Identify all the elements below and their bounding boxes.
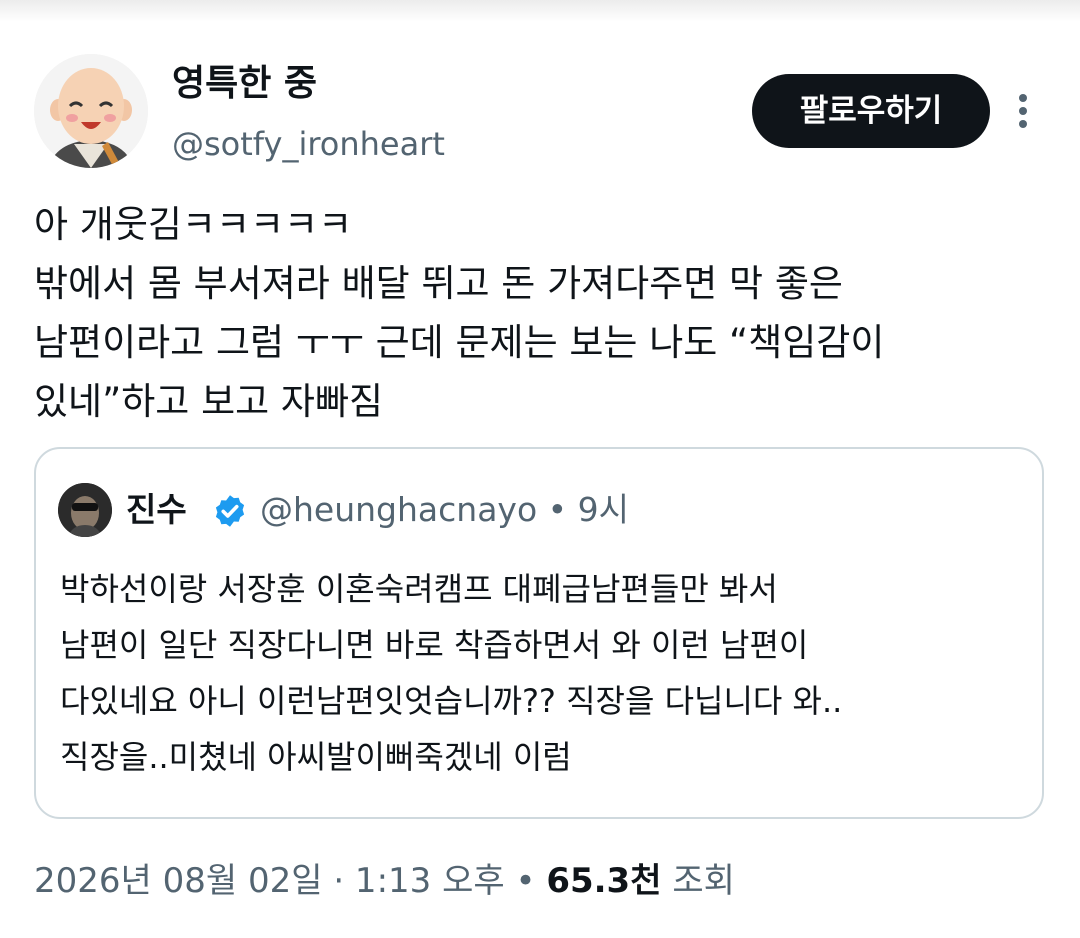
tweet-timestamp[interactable]: 2026년 08월 02일 · 1:13 오후 •	[34, 861, 536, 901]
author-avatar[interactable]	[34, 54, 148, 168]
quoted-handle-time[interactable]: @heunghacnayo • 9시	[260, 487, 629, 533]
quoted-line: 남편이 일단 직장다니면 바로 착즙하면서 와 이런 남편이	[60, 617, 1030, 673]
author-display-name[interactable]: 영특한 중	[172, 60, 317, 108]
quoted-avatar-image	[58, 483, 112, 537]
follow-button[interactable]: 팔로우하기	[752, 74, 990, 148]
tweet-line: 밖에서 몸 부서져라 배달 뛰고 돈 가져다주면 막 좋은	[34, 254, 1044, 313]
tweet-line: 남편이라고 그럼 ㅜㅜ 근데 문제는 보는 나도 “책임감이	[34, 313, 1044, 372]
tweet-line: 있네”하고 보고 자빠짐	[34, 372, 1044, 431]
top-divider	[0, 0, 1080, 22]
more-vertical-icon[interactable]	[1006, 90, 1040, 132]
quoted-line: 박하선이랑 서장훈 이혼숙려캠프 대폐급남편들만 봐서	[60, 561, 1030, 617]
views-count: 65.3천	[546, 861, 661, 901]
more-dot	[1019, 107, 1027, 115]
monk-avatar-image	[34, 54, 148, 168]
tweet-page: 영특한 중 @sotfy_ironheart 팔로우하기 아 개웃김ㅋㅋㅋㅋㅋ …	[0, 0, 1080, 938]
quoted-tweet-card[interactable]: 진수 @heunghacnayo • 9시 박하선이랑 서장훈 이혼숙려캠프 대…	[34, 447, 1044, 819]
quoted-author-avatar[interactable]	[58, 483, 112, 537]
author-handle[interactable]: @sotfy_ironheart	[172, 122, 445, 166]
more-dot	[1019, 94, 1027, 102]
quoted-tweet-text: 박하선이랑 서장훈 이혼숙려캠프 대폐급남편들만 봐서 남편이 일단 직장다니면…	[60, 561, 1030, 785]
tweet-text: 아 개웃김ㅋㅋㅋㅋㅋ 밖에서 몸 부서져라 배달 뛰고 돈 가져다주면 막 좋은…	[34, 195, 1044, 431]
more-dot	[1019, 120, 1027, 128]
tweet-line: 아 개웃김ㅋㅋㅋㅋㅋ	[34, 195, 1044, 254]
quoted-line: 다있네요 아니 이런남편잇엇습니까?? 직장을 다닙니다 와..	[60, 673, 1030, 729]
tweet-meta: 2026년 08월 02일 · 1:13 오후 • 65.3천 조회	[34, 856, 735, 906]
views-label: 조회	[672, 861, 735, 901]
quoted-author-name[interactable]: 진수	[126, 487, 187, 533]
verified-badge-icon	[212, 493, 248, 529]
quoted-line: 직장을..미쳤네 아씨발이뻐죽겠네 이럼	[60, 729, 1030, 785]
